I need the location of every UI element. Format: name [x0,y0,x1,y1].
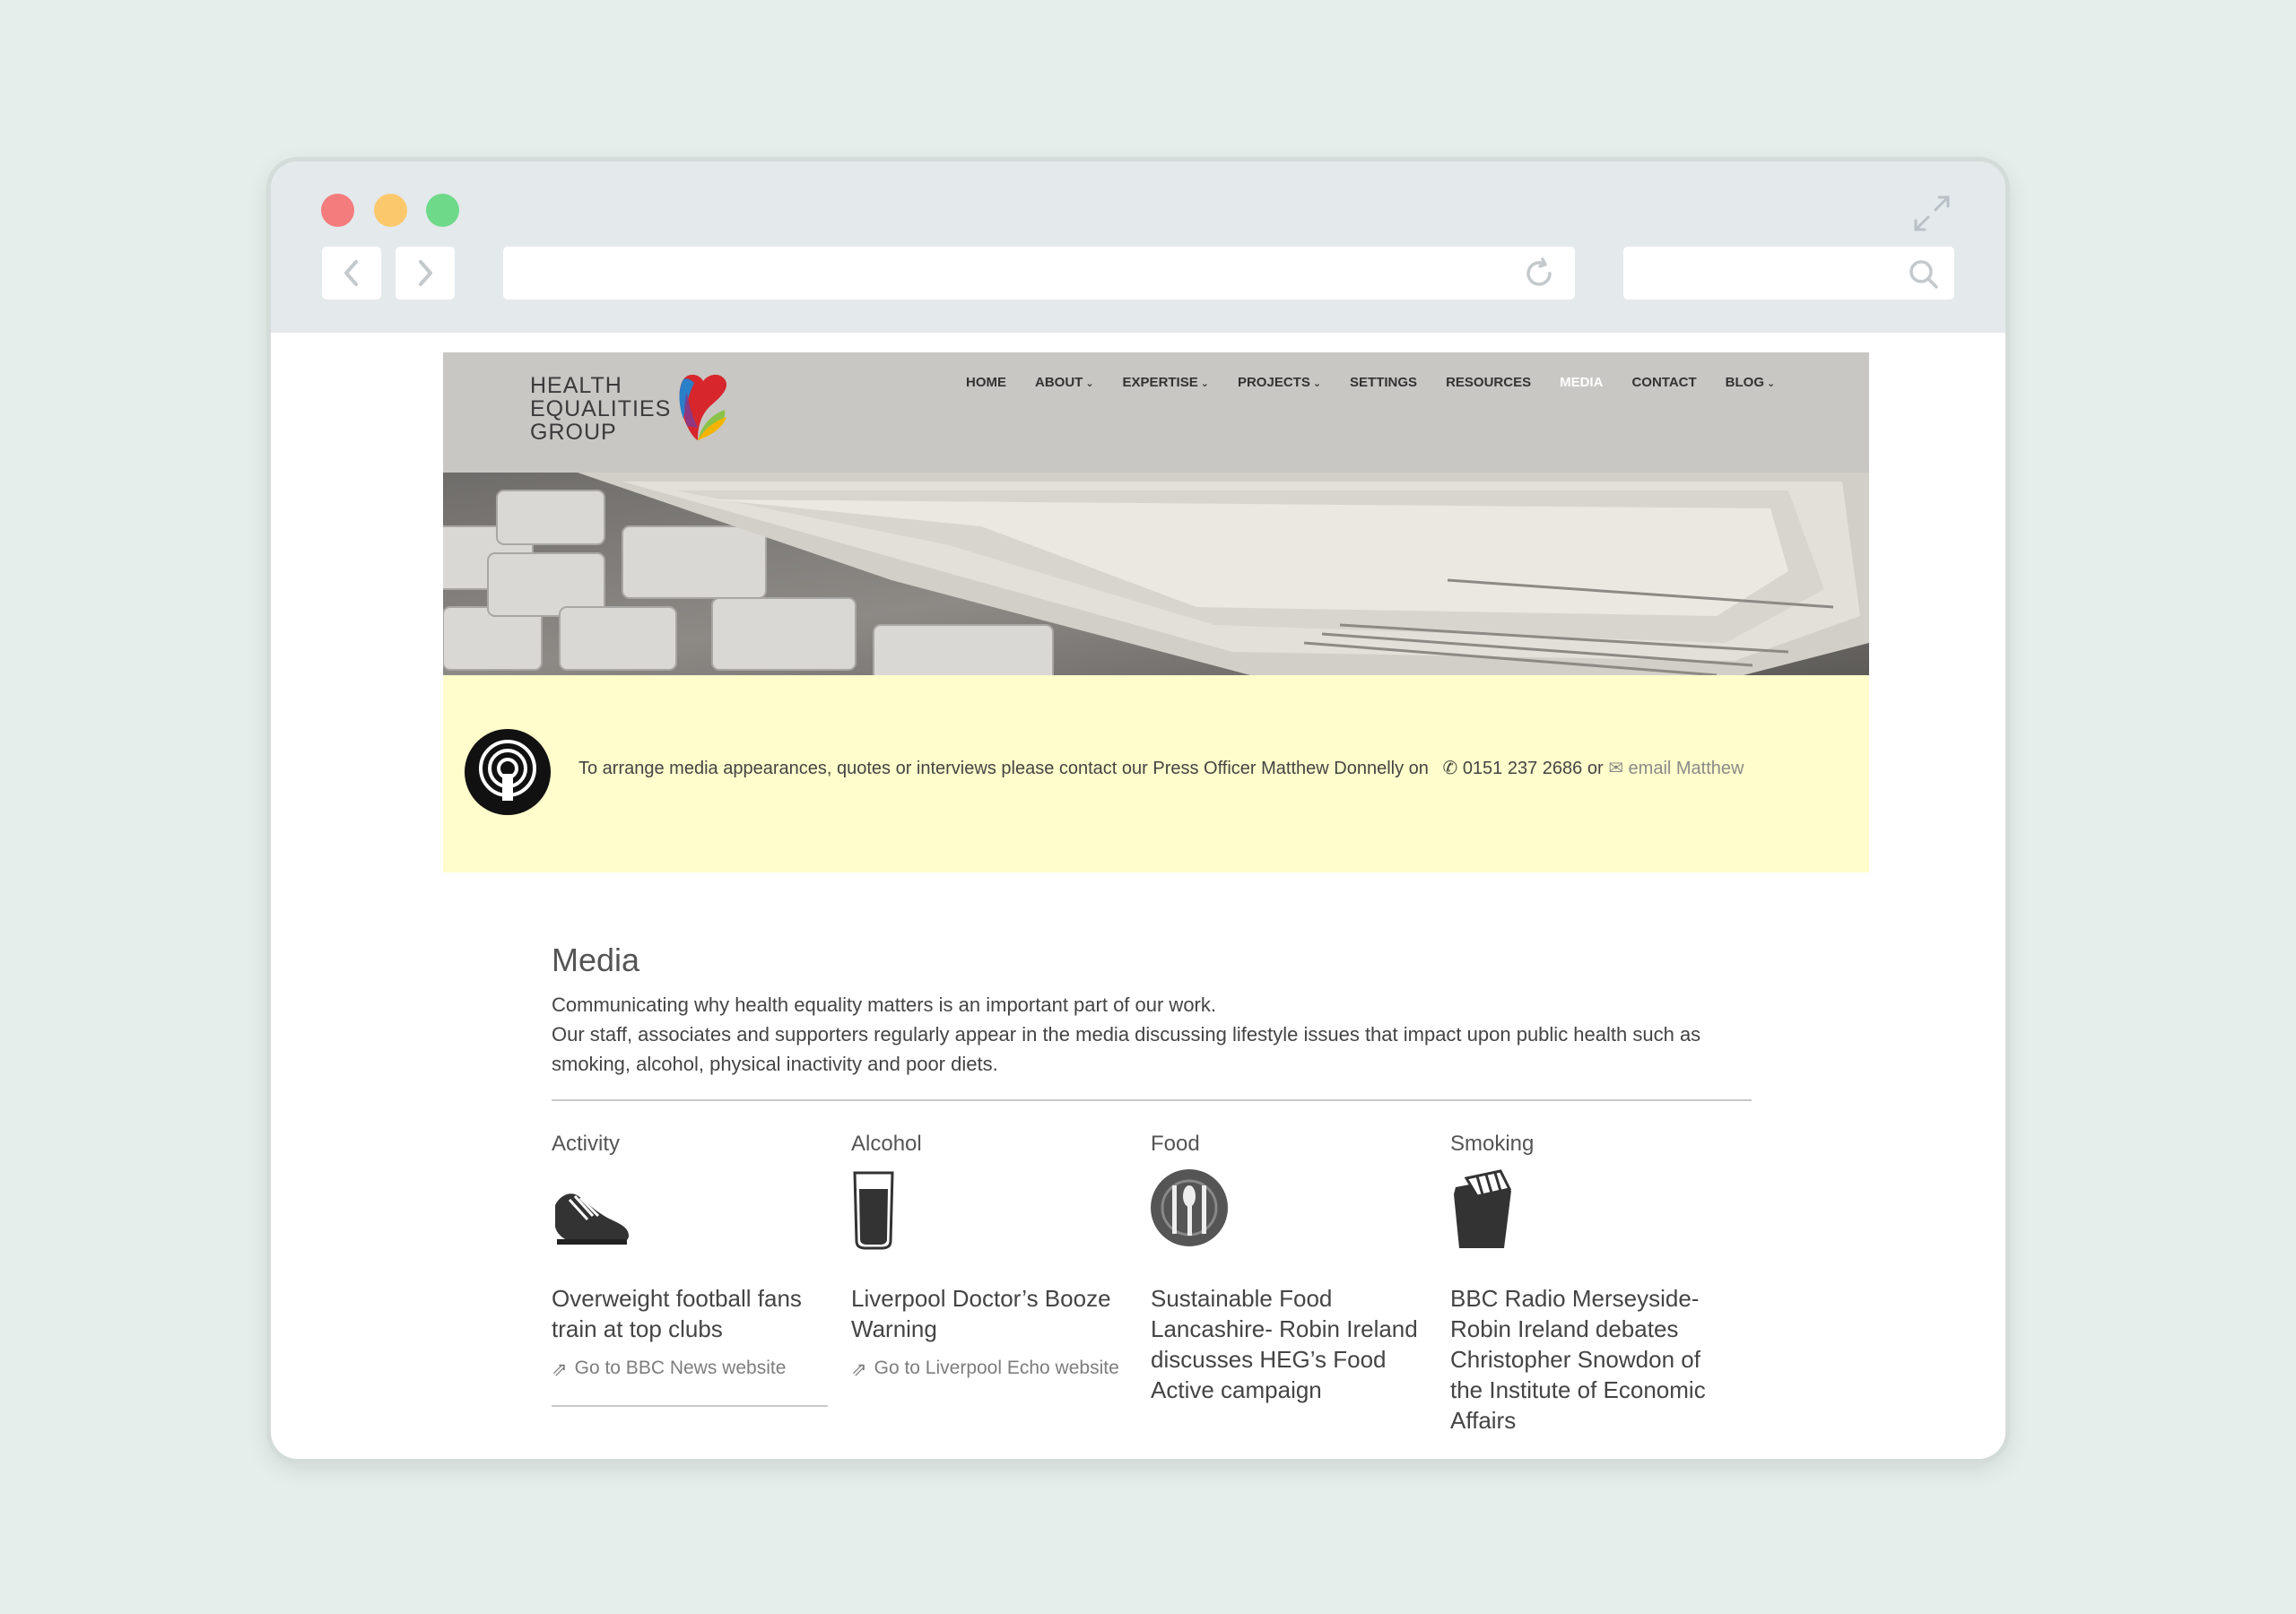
nav-item-blog[interactable]: BLOG ⌄ [1726,375,1776,393]
nav-item-home[interactable]: HOME [966,375,1006,393]
nav-label: ABOUT [1035,375,1083,390]
media-column-alcohol: Alcohol Liverpool Doctor’s Booze Warning… [851,1132,1129,1380]
page-title: Media [552,941,640,978]
envelope-icon: ✉ [1608,759,1623,778]
logo-line: HEALTH [530,373,622,398]
media-column-activity: Activity Overweight football fans train … [552,1132,830,1407]
notice-message: To arrange media appearances, quotes or … [578,759,1429,778]
column-title: Food [1151,1132,1200,1156]
nav-label: MEDIA [1560,375,1604,390]
chevron-right-icon [419,260,432,286]
column-title: Activity [552,1132,621,1156]
external-link-icon: ⇗ [851,1359,867,1380]
reload-icon[interactable] [1523,257,1555,290]
chevron-down-icon: ⌄ [1767,378,1776,389]
maximize-window-button[interactable] [426,194,459,227]
section-divider [552,1099,1752,1101]
nav-item-expertise[interactable]: EXPERTISE ⌄ [1123,375,1209,393]
article-title[interactable]: Sustainable Food Lancashire- Robin Irela… [1151,1283,1433,1405]
main-navigation: HOME ABOUT ⌄ EXPERTISE ⌄ PROJECTS ⌄ SETTING… [966,375,1804,393]
nav-item-resources[interactable]: RESOURCES [1446,375,1531,393]
external-link-icon: ⇗ [552,1359,568,1380]
media-column-smoking: Smoking BBC Radio Merseyside- Robin Irel… [1450,1132,1728,1434]
chevron-left-icon [344,260,358,286]
browser-chrome [271,161,2005,333]
media-column-food: Food Sustainable Food Lancashire- Robin … [1151,1132,1429,1403]
article-title[interactable]: Liverpool Doctor’s Booze Warning [851,1283,1134,1344]
external-link-label: Go to Liverpool Echo website [874,1358,1119,1378]
nav-label: HOME [966,375,1006,390]
nav-label: PROJECTS [1237,375,1310,390]
cigarette-pack-icon [1454,1169,1512,1248]
phone-icon: ✆ [1442,759,1458,778]
logo-line: EQUALITIES [530,396,672,421]
column-title: Alcohol [851,1132,922,1156]
running-shoe-icon [555,1193,629,1245]
site-logo[interactable]: HEALTH EQUALITIES GROUP [530,374,671,444]
external-link-label: Go to BBC News website [574,1358,787,1378]
notice-text: To arrange media appearances, quotes or … [578,757,1744,779]
back-button[interactable] [322,247,381,299]
column-divider [552,1405,828,1407]
phone-number[interactable]: 0151 237 2686 [1463,759,1582,778]
media-intro: Communicating why health equality matter… [552,990,1753,1079]
nav-item-projects[interactable]: PROJECTS ⌄ [1238,375,1321,393]
email-link-label: email Matthew [1628,759,1744,778]
nav-label: SETTINGS [1350,375,1418,390]
close-window-button[interactable] [321,194,354,227]
address-bar[interactable] [503,247,1575,299]
media-contact-notice: To arrange media appearances, quotes or … [443,675,1869,872]
nav-item-settings[interactable]: SETTINGS [1350,375,1417,393]
nav-label: CONTACT [1631,375,1697,390]
minimize-window-button[interactable] [374,194,407,227]
article-title[interactable]: BBC Radio Merseyside- Robin Ireland deba… [1450,1283,1733,1436]
column-title: Smoking [1450,1132,1535,1156]
chevron-down-icon: ⌄ [1312,378,1322,389]
podcast-icon [465,729,551,815]
nav-label: EXPERTISE [1122,375,1198,390]
site-header: HEALTH EQUALITIES GROUP HOME ABOUT ⌄ EXPE… [443,352,1869,473]
nav-label: RESOURCES [1446,375,1532,390]
search-icon [1909,260,1938,289]
heart-logo-icon [679,374,727,440]
nav-item-about[interactable]: ABOUT ⌄ [1035,375,1094,393]
intro-paragraph: Our staff, associates and supporters reg… [552,1023,1701,1075]
expand-icon[interactable] [1912,194,1952,233]
nav-item-media[interactable]: MEDIA [1560,375,1603,393]
notice-or-text: or [1587,759,1604,778]
browser-search-field[interactable] [1623,247,1954,299]
nav-label: BLOG [1725,375,1764,390]
chevron-down-icon: ⌄ [1085,378,1094,389]
intro-paragraph: Communicating why health equality matter… [552,994,1216,1016]
hero-banner-image [443,473,1869,675]
logo-line: GROUP [530,420,617,445]
plate-cutlery-icon [1151,1169,1228,1246]
pint-glass-icon [853,1171,894,1250]
email-link[interactable]: ✉ email Matthew [1608,759,1744,778]
external-link[interactable]: ⇗ Go to Liverpool Echo website [851,1354,1120,1384]
forward-button[interactable] [396,247,455,299]
external-link[interactable]: ⇗ Go to BBC News website [552,1354,821,1384]
article-title[interactable]: Overweight football fans train at top cl… [552,1283,834,1344]
chevron-down-icon: ⌄ [1200,378,1209,389]
nav-item-contact[interactable]: CONTACT [1631,375,1696,393]
